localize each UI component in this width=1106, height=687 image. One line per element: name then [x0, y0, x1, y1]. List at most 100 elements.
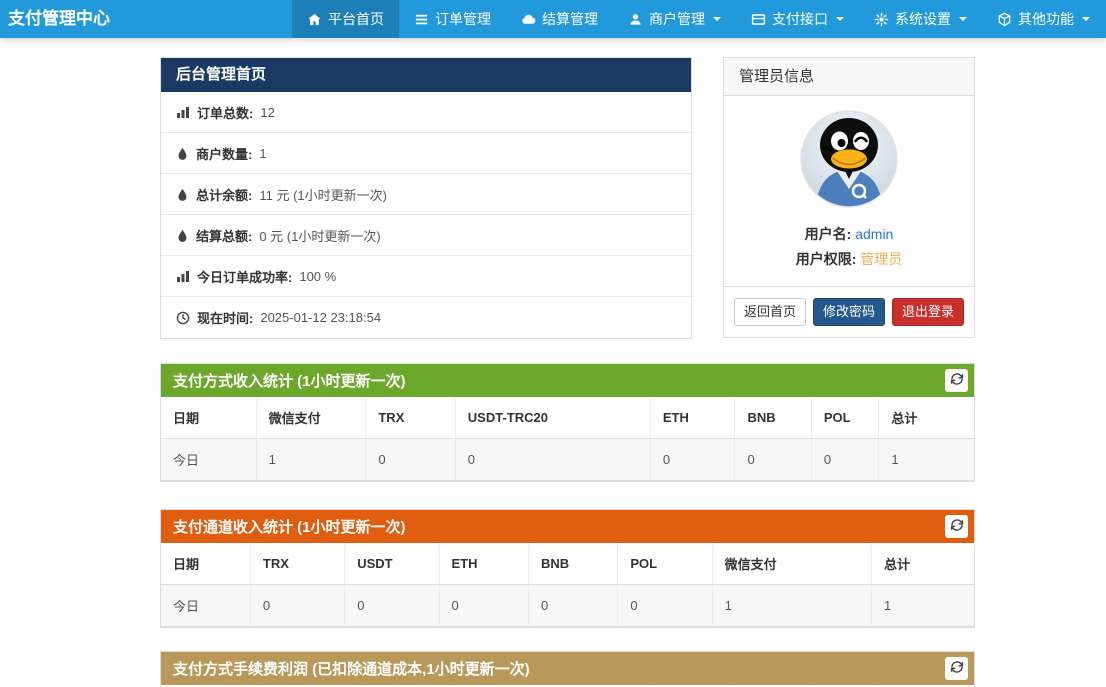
column-header: USDT	[345, 543, 439, 585]
table-cell: 1	[872, 585, 975, 627]
nav-item-orders[interactable]: 订单管理	[399, 0, 506, 38]
home-icon	[307, 12, 322, 27]
list-icon	[414, 12, 429, 27]
nav-item-label: 订单管理	[435, 9, 491, 29]
refresh-icon	[950, 372, 964, 389]
refresh-button[interactable]	[945, 369, 968, 392]
stat-label: 今日订单成功率:	[197, 267, 292, 286]
cube-icon	[997, 12, 1012, 27]
stat-label: 商户数量:	[196, 144, 252, 163]
admin-info-panel: 管理员信息	[723, 57, 975, 338]
table-cell: 0	[528, 585, 617, 627]
stat-value: 12	[260, 105, 274, 120]
column-header: BNB	[528, 543, 617, 585]
table-cell: 0	[345, 585, 439, 627]
column-header: 总计	[872, 543, 975, 585]
column-header: POL	[811, 397, 878, 439]
table-cell: 0	[455, 439, 650, 481]
table-header-row: 日期 微信支付 TRX USDT-TRC20 ETH BNB POL 总计	[161, 397, 974, 439]
table-cell: 0	[439, 585, 528, 627]
refresh-button[interactable]	[945, 515, 968, 538]
table-row: 今日 0 0 0 0 0 1 1	[161, 585, 974, 627]
avatar	[799, 109, 899, 214]
stat-row-success-rate: 今日订单成功率: 100 %	[161, 256, 691, 297]
credit-card-icon	[751, 12, 766, 27]
stat-row-settlement-total: 结算总额: 0 元 (1小时更新一次)	[161, 215, 691, 256]
nav-item-settlement[interactable]: 结算管理	[506, 0, 613, 38]
column-header: TRX	[366, 397, 455, 439]
column-header: BNB	[735, 397, 811, 439]
fee-profit-title: 支付方式手续费利润 (已扣除通道成本,1小时更新一次)	[173, 658, 530, 679]
refresh-button[interactable]	[945, 657, 968, 680]
caret-down-icon	[713, 17, 721, 21]
bar-chart-icon	[176, 269, 190, 283]
nav-item-merchants[interactable]: 商户管理	[613, 0, 736, 38]
stat-label: 结算总额:	[196, 226, 252, 245]
username-link[interactable]: admin	[855, 226, 893, 242]
table-cell: 今日	[161, 585, 250, 627]
role-label: 用户权限:	[796, 251, 857, 267]
table-cell: 0	[650, 439, 735, 481]
dashboard-panel-title: 后台管理首页	[161, 58, 691, 92]
stat-label: 现在时间:	[197, 308, 253, 327]
stat-row-merchant-count: 商户数量: 1	[161, 133, 691, 174]
bar-chart-icon	[176, 105, 190, 119]
stat-value: 11 元 (1小时更新一次)	[259, 185, 387, 204]
caret-down-icon	[1082, 17, 1090, 21]
table-cell: 0	[250, 585, 344, 627]
user-icon	[628, 12, 643, 27]
username-label: 用户名:	[805, 226, 852, 242]
page-content: 后台管理首页 订单总数: 12 商户数量: 1 总计余额: 11 元 (1小时更…	[160, 57, 975, 687]
column-header: ETH	[439, 543, 528, 585]
income-by-method-title: 支付方式收入统计 (1小时更新一次)	[173, 370, 406, 391]
stat-value: 2025-01-12 23:18:54	[260, 310, 381, 325]
stat-value: 1	[259, 146, 266, 161]
column-header: USDT-TRC20	[455, 397, 650, 439]
change-password-button[interactable]: 修改密码	[813, 298, 885, 326]
clock-icon	[176, 311, 190, 325]
nav-item-label: 支付接口	[772, 9, 828, 29]
table-row: 今日 1 0 0 0 0 0 1	[161, 439, 974, 481]
stat-label: 订单总数:	[197, 103, 253, 122]
stat-row-current-time: 现在时间: 2025-01-12 23:18:54	[161, 297, 691, 338]
table-cell: 0	[366, 439, 455, 481]
main-nav: 平台首页 订单管理 结算管理 商户管理 支付接口 系统设置 其他功能	[292, 0, 1106, 38]
nav-item-label: 系统设置	[895, 9, 951, 29]
nav-item-other-functions[interactable]: 其他功能	[982, 0, 1105, 38]
stat-row-total-orders: 订单总数: 12	[161, 92, 691, 133]
table-cell: 1	[256, 439, 366, 481]
nav-item-label: 结算管理	[542, 9, 598, 29]
nav-item-system-settings[interactable]: 系统设置	[859, 0, 982, 38]
table-cell: 1	[712, 585, 871, 627]
refresh-icon	[950, 660, 964, 677]
cloud-icon	[521, 12, 536, 27]
column-header: 微信支付	[712, 543, 871, 585]
stat-value: 0 元 (1小时更新一次)	[259, 226, 380, 245]
back-home-button[interactable]: 返回首页	[734, 298, 806, 326]
income-by-channel-table: 日期 TRX USDT ETH BNB POL 微信支付 总计 今日 0 0 0…	[161, 543, 974, 627]
table-cell: 今日	[161, 439, 256, 481]
column-header: POL	[618, 543, 712, 585]
tint-icon	[176, 188, 189, 201]
income-by-method-table: 日期 微信支付 TRX USDT-TRC20 ETH BNB POL 总计 今日…	[161, 397, 974, 481]
nav-item-payment-api[interactable]: 支付接口	[736, 0, 859, 38]
nav-item-home[interactable]: 平台首页	[292, 0, 399, 38]
username-row: 用户名: admin	[734, 222, 964, 247]
nav-item-label: 商户管理	[649, 9, 705, 29]
nav-item-label: 其他功能	[1018, 9, 1074, 29]
logout-button[interactable]: 退出登录	[892, 298, 964, 326]
stat-row-total-balance: 总计余额: 11 元 (1小时更新一次)	[161, 174, 691, 215]
admin-panel-title: 管理员信息	[724, 58, 974, 96]
role-row: 用户权限: 管理员	[734, 247, 964, 272]
caret-down-icon	[959, 17, 967, 21]
fee-profit-panel: 支付方式手续费利润 (已扣除通道成本,1小时更新一次) 日期 微信支付 TRX …	[160, 651, 975, 687]
table-cell: 0	[618, 585, 712, 627]
income-by-channel-title: 支付通道收入统计 (1小时更新一次)	[173, 516, 406, 537]
gear-icon	[874, 12, 889, 27]
nav-item-label: 平台首页	[328, 9, 384, 29]
role-badge: 管理员	[860, 251, 902, 267]
column-header: TRX	[250, 543, 344, 585]
table-cell: 0	[735, 439, 811, 481]
table-cell: 0	[811, 439, 878, 481]
dashboard-panel: 后台管理首页 订单总数: 12 商户数量: 1 总计余额: 11 元 (1小时更…	[160, 57, 692, 339]
